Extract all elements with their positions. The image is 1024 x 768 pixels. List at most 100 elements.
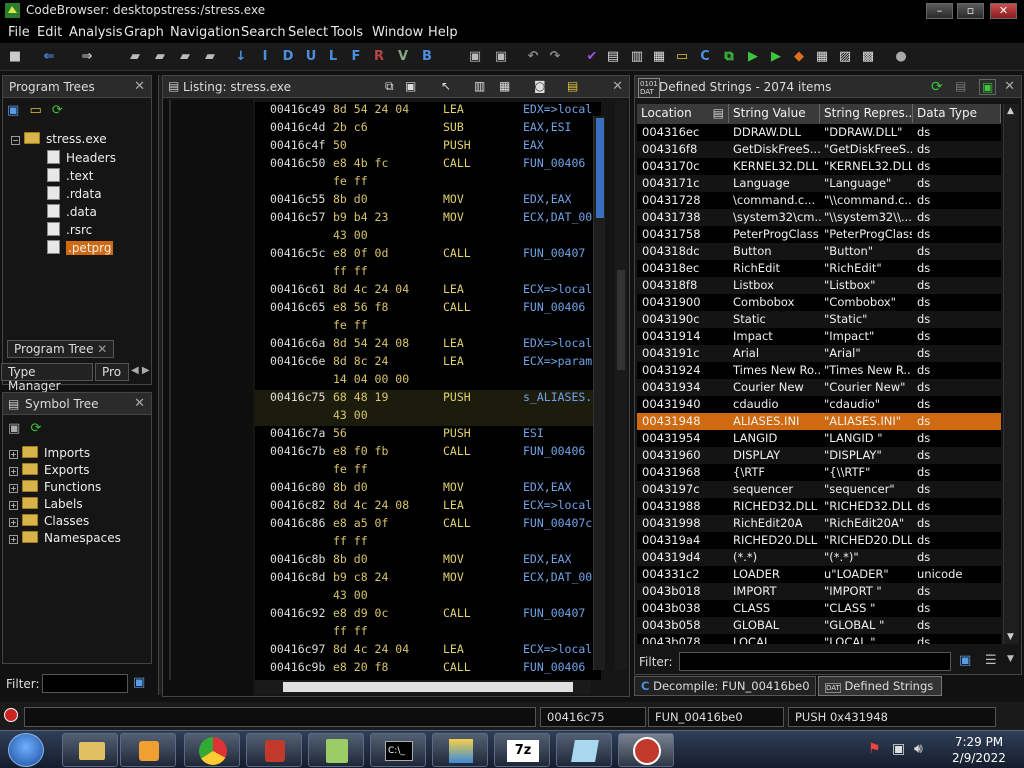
menu-window[interactable]: Window [372, 25, 423, 40]
listing-row[interactable]: fe ff [255, 318, 601, 336]
diff-icon[interactable]: ▦ [499, 79, 510, 93]
copy-icon[interactable]: ⧉ [385, 79, 394, 94]
scroll-up-icon[interactable]: ▲ [1007, 106, 1014, 116]
close-icon[interactable]: ✕ [134, 79, 145, 94]
nav-data-icon[interactable]: ▰ [151, 48, 169, 66]
expand-icon[interactable]: + [9, 484, 18, 493]
expand-icon[interactable]: + [9, 450, 18, 459]
listing-row[interactable]: 00416c82 8d 4c 24 08 LEA ECX=>local [255, 498, 601, 516]
strings-row[interactable]: 0043191c Arial "Arial" ds [637, 345, 1001, 362]
menu-edit[interactable]: Edit [37, 25, 62, 40]
tree-item-rdata[interactable]: .rdata [47, 186, 102, 203]
strings-row[interactable]: 00431924 Times New Ro... "Times New R... ds [637, 362, 1001, 379]
menu-navigation[interactable]: Navigation [170, 25, 240, 40]
expand-icon[interactable]: + [9, 535, 18, 544]
table-icon[interactable]: ▦ [813, 48, 831, 66]
listing-row[interactable]: 43 00 [255, 408, 601, 426]
new-tree-icon[interactable]: ▣ [7, 103, 19, 118]
listing-row[interactable]: 00416c6e 8d 8c 24 LEA ECX=>param [255, 354, 601, 372]
listing-row[interactable]: 00416c61 8d 4c 24 04 LEA ECX=>local [255, 282, 601, 300]
tab-scroll-icon[interactable]: ◀ ▶ [131, 365, 150, 376]
listing-row[interactable]: 00416c7a 56 PUSH ESI [255, 426, 601, 444]
refresh-tree-icon[interactable]: ⟳ [52, 103, 63, 118]
paste-icon[interactable]: ▣ [405, 79, 416, 93]
nav-d-icon[interactable]: D [279, 48, 297, 66]
nav-undefined-icon[interactable]: ▰ [201, 48, 219, 66]
listing-row[interactable]: 00416c55 8b d0 MOV EDX,EAX [255, 192, 601, 210]
strings-row[interactable]: 00431960 DISPLAY "DISPLAY" ds [637, 447, 1001, 464]
listing-row[interactable]: 43 00 [255, 588, 601, 606]
tab-defined-strings[interactable]: DAT Defined Strings [818, 676, 942, 696]
function-graph-icon[interactable]: ⧉ [720, 48, 738, 66]
column-location[interactable]: Location ▤ [637, 104, 729, 123]
tree-item-headers[interactable]: Headers [47, 150, 116, 167]
close-button[interactable]: ✕ [990, 3, 1017, 19]
listing-row[interactable]: 00416c6a 8d 54 24 08 LEA EDX=>local [255, 336, 601, 354]
forward-icon[interactable]: ⇒ [78, 48, 96, 66]
listing-row[interactable]: 00416c4d 2b c6 SUB EAX,ESI [255, 120, 601, 138]
tray-volume-icon[interactable]: 🔊︎ [914, 741, 923, 757]
listing-row[interactable]: 00416c65 e8 56 f8 CALL FUN_00406 [255, 300, 601, 318]
tree-item-petprg[interactable]: .petprg [47, 240, 114, 257]
menu-file[interactable]: File [8, 25, 30, 40]
close-icon[interactable]: ✕ [612, 79, 623, 94]
check-icon[interactable]: ✔ [583, 48, 601, 66]
collapse-icon[interactable]: − [11, 136, 20, 145]
menu-select[interactable]: Select [288, 25, 328, 40]
filter-options-icon[interactable]: ▣ [959, 653, 971, 668]
column-data-type[interactable]: Data Type [913, 104, 1001, 123]
cmd-taskbar-icon[interactable]: C:\_ [370, 733, 426, 767]
nav-u-icon[interactable]: U [302, 48, 320, 66]
start-button[interactable] [8, 733, 44, 767]
ghidra-taskbar-icon[interactable] [618, 733, 674, 767]
expand-icon[interactable]: + [9, 501, 18, 510]
tree-item-classes[interactable]: + Classes [9, 514, 89, 531]
minimize-button[interactable]: – [926, 3, 953, 19]
bytes-icon[interactable]: ▤ [604, 48, 622, 66]
close-icon[interactable]: ✕ [1004, 79, 1015, 94]
nav-r-icon[interactable]: R [370, 48, 388, 66]
listing-row[interactable]: fe ff [255, 462, 601, 480]
scroll-thumb[interactable] [617, 270, 625, 370]
listing-row[interactable]: 00416c92 e8 d9 0c CALL FUN_00407 [255, 606, 601, 624]
nav-v-icon[interactable]: V [394, 48, 412, 66]
strings-row[interactable]: 00431954 LANGID "LANGID " ds [637, 430, 1001, 447]
strings-row[interactable]: 00431988 RICHED32.DLL "RICHED32.DLL" ds [637, 498, 1001, 515]
down-arrow-icon[interactable]: ↓ [232, 48, 250, 66]
strings-row[interactable]: 00431934 Courier New "Courier New" ds [637, 379, 1001, 396]
nav-f-icon[interactable]: F [347, 48, 365, 66]
expand-icon[interactable]: + [9, 467, 18, 476]
expand-icon[interactable]: + [9, 518, 18, 527]
data-type-icon[interactable]: ▦ [650, 48, 668, 66]
editor-taskbar-icon[interactable] [556, 733, 612, 767]
cursor-icon[interactable]: ↖ [441, 79, 451, 93]
refresh-icon[interactable]: ⟳ [931, 79, 943, 95]
strings-row[interactable]: 004318ec RichEdit "RichEdit" ds [637, 260, 1001, 277]
save-icon[interactable]: ■ [6, 48, 24, 66]
strings-row[interactable]: 0043171c Language "Language" ds [637, 175, 1001, 192]
console-icon[interactable] [4, 708, 18, 722]
help-icon[interactable]: ● [892, 48, 910, 66]
symbol-filter-input[interactable] [42, 674, 128, 693]
media-player-taskbar-icon[interactable] [120, 733, 176, 767]
listing-row[interactable]: 00416c80 8b d0 MOV EDX,EAX [255, 480, 601, 498]
tool-b-icon[interactable]: ▣ [492, 48, 510, 66]
listing-row[interactable]: 43 00 [255, 228, 601, 246]
run-icon[interactable]: ▶ [744, 48, 762, 66]
redo-icon[interactable]: ↷ [546, 48, 564, 66]
chrome-taskbar-icon[interactable] [184, 733, 240, 767]
listing-row[interactable]: ff ff [255, 264, 601, 282]
memory-icon[interactable]: ▩ [859, 48, 877, 66]
image-icon[interactable]: ▨ [836, 48, 854, 66]
refresh-icon[interactable]: ⟳ [30, 421, 41, 436]
strings-row[interactable]: 00431900 Combobox "Combobox" ds [637, 294, 1001, 311]
format-icon[interactable]: ▤ [567, 79, 578, 93]
dropdown-icon[interactable]: ▼ [1007, 654, 1014, 664]
tab-program-tree[interactable]: Program Tree ✕ [7, 340, 115, 358]
tab-program[interactable]: Pro [95, 363, 129, 381]
strings-row[interactable]: 00431968 {\RTF "{\\RTF" ds [637, 464, 1001, 481]
diamond-icon[interactable]: ◆ [790, 48, 808, 66]
strings-row[interactable]: 0043b038 CLASS "CLASS " ds [637, 600, 1001, 617]
listing-row[interactable]: ff ff [255, 624, 601, 642]
strings-row[interactable]: 00431758 PeterProgClass "PeterProgClass" ds [637, 226, 1001, 243]
